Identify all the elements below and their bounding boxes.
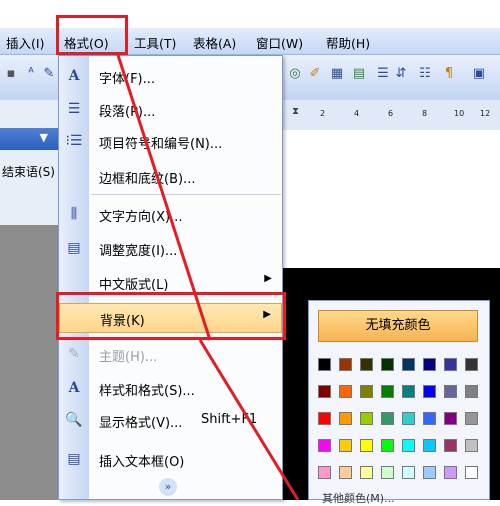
color-swatch[interactable]: [423, 466, 436, 479]
color-swatch[interactable]: [402, 358, 415, 371]
color-swatch[interactable]: [465, 466, 478, 479]
color-swatch[interactable]: [381, 412, 394, 425]
color-swatch[interactable]: [402, 385, 415, 398]
color-swatch[interactable]: [318, 466, 331, 479]
color-swatch[interactable]: [402, 412, 415, 425]
color-swatch[interactable]: [339, 385, 352, 398]
color-swatch[interactable]: [423, 412, 436, 425]
color-swatch[interactable]: [381, 439, 394, 452]
color-swatch[interactable]: [402, 439, 415, 452]
color-swatch[interactable]: [465, 385, 478, 398]
color-swatch[interactable]: [339, 466, 352, 479]
color-swatch[interactable]: [360, 358, 373, 371]
color-swatch[interactable]: [444, 466, 457, 479]
color-swatch[interactable]: [444, 385, 457, 398]
color-swatch[interactable]: [444, 358, 457, 371]
color-swatch[interactable]: [381, 466, 394, 479]
color-swatch[interactable]: [318, 439, 331, 452]
color-swatch[interactable]: [381, 358, 394, 371]
color-swatch[interactable]: [339, 439, 352, 452]
color-swatch[interactable]: [465, 358, 478, 371]
color-swatch[interactable]: [360, 439, 373, 452]
color-swatch[interactable]: [465, 439, 478, 452]
color-swatch[interactable]: [444, 412, 457, 425]
color-swatch[interactable]: [423, 358, 436, 371]
color-swatch[interactable]: [360, 385, 373, 398]
color-swatch[interactable]: [318, 412, 331, 425]
color-swatch[interactable]: [465, 412, 478, 425]
color-swatch[interactable]: [423, 439, 436, 452]
color-swatch[interactable]: [381, 385, 394, 398]
annotation-arrow-line: [116, 54, 300, 500]
color-swatch[interactable]: [339, 412, 352, 425]
color-swatch[interactable]: [444, 439, 457, 452]
color-swatch[interactable]: [402, 466, 415, 479]
color-swatch[interactable]: [360, 412, 373, 425]
color-swatch[interactable]: [318, 385, 331, 398]
color-swatch[interactable]: [318, 358, 331, 371]
color-swatch[interactable]: [339, 358, 352, 371]
color-swatch[interactable]: [360, 466, 373, 479]
color-swatch[interactable]: [423, 385, 436, 398]
